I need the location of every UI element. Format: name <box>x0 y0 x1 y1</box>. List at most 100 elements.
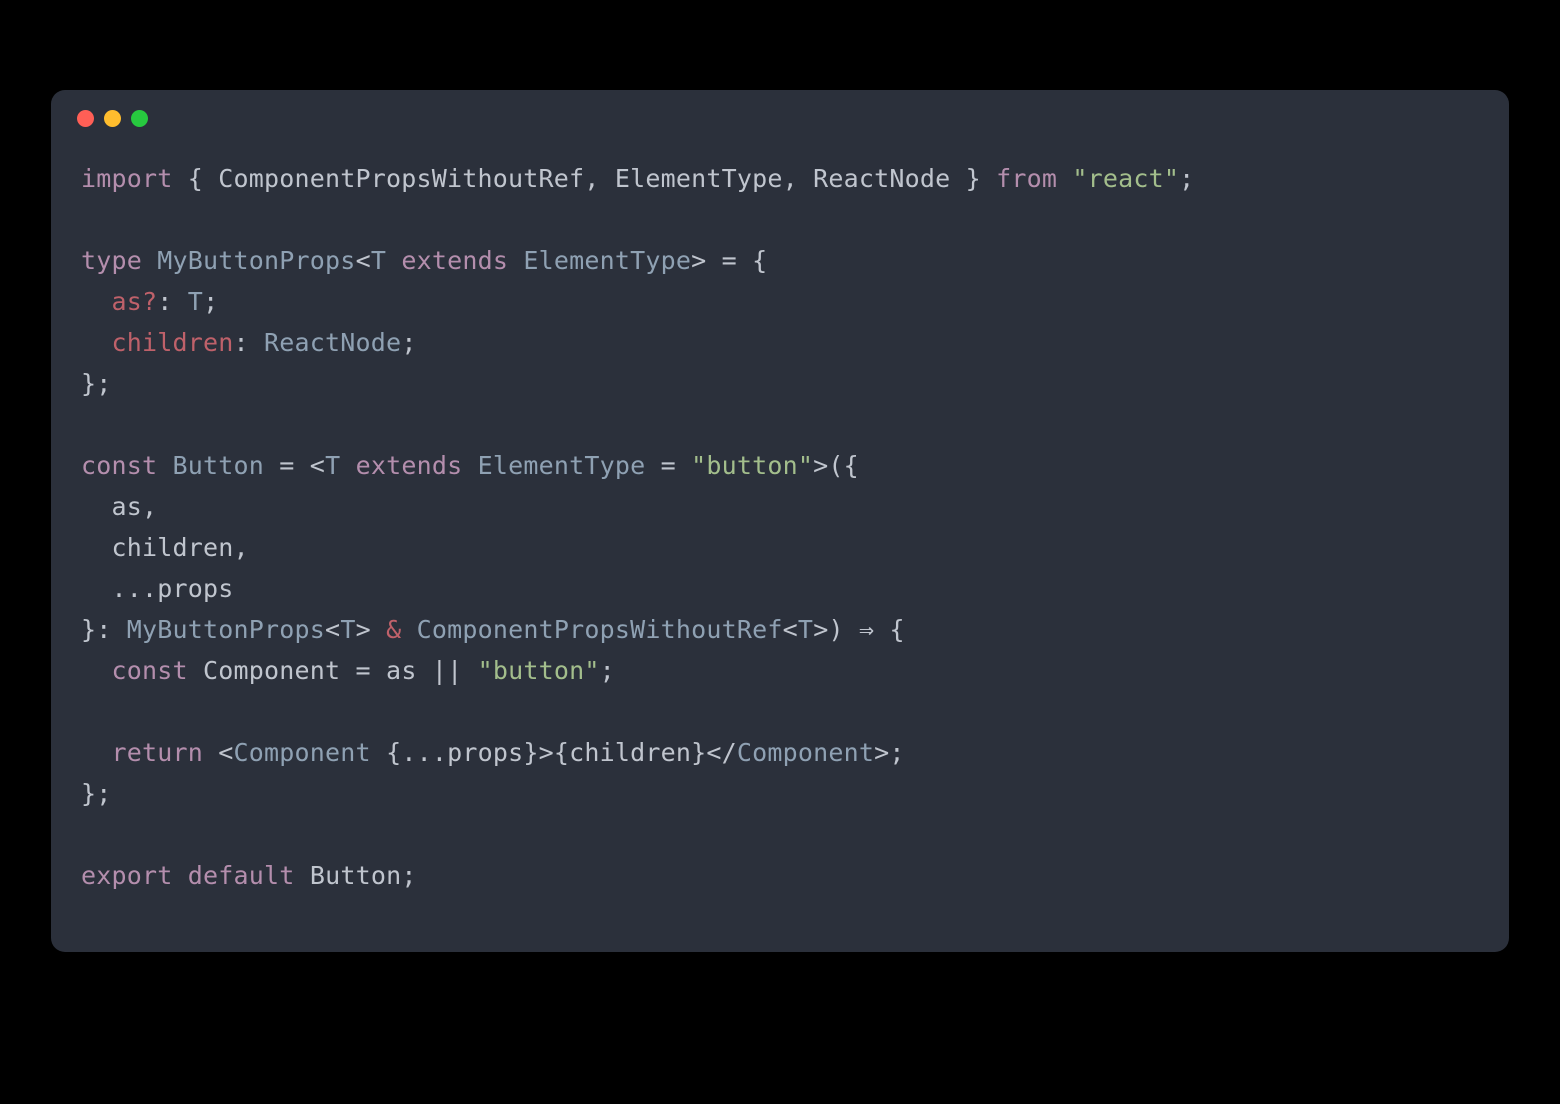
code-token: }; <box>81 369 112 398</box>
code-token: > = { <box>691 246 767 275</box>
code-token <box>173 861 188 890</box>
code-token: T <box>371 246 386 275</box>
code-token <box>81 492 112 521</box>
code-token: >) <box>813 615 859 644</box>
code-token: ; <box>1179 164 1194 193</box>
code-token <box>81 533 112 562</box>
code-token: }: <box>81 615 127 644</box>
code-line: export default Button; <box>81 855 1479 896</box>
window-close-button[interactable] <box>77 110 94 127</box>
code-token: Component <box>737 738 874 767</box>
code-line: }; <box>81 773 1479 814</box>
window-minimize-button[interactable] <box>104 110 121 127</box>
code-token <box>81 738 112 767</box>
code-token <box>295 861 310 890</box>
code-line <box>81 691 1479 732</box>
code-token <box>81 574 112 603</box>
code-token: Button <box>173 451 265 480</box>
code-token: extends <box>356 451 463 480</box>
code-window: import { ComponentPropsWithoutRef, Eleme… <box>51 90 1509 952</box>
code-token: extends <box>401 246 508 275</box>
code-token: ElementType <box>478 451 646 480</box>
code-line: }: MyButtonProps<T> & ComponentPropsWith… <box>81 609 1479 650</box>
code-token: import <box>81 164 173 193</box>
code-token: { <box>874 615 905 644</box>
code-token: type <box>81 246 142 275</box>
code-token: MyButtonProps <box>157 246 355 275</box>
code-token: as? <box>112 287 158 316</box>
code-token <box>188 656 203 685</box>
code-line <box>81 199 1479 240</box>
code-editor-content: import { ComponentPropsWithoutRef, Eleme… <box>51 146 1509 952</box>
code-token: ... <box>401 738 447 767</box>
code-token: ComponentPropsWithoutRef <box>417 615 783 644</box>
code-line: }; <box>81 363 1479 404</box>
code-line: import { ComponentPropsWithoutRef, Eleme… <box>81 158 1479 199</box>
window-titlebar <box>51 90 1509 146</box>
code-token: = < <box>264 451 325 480</box>
code-token: < <box>783 615 798 644</box>
code-token: props <box>447 738 523 767</box>
code-line: as, <box>81 486 1479 527</box>
code-token: children <box>569 738 691 767</box>
code-token: }</ <box>691 738 737 767</box>
code-token: >({ <box>813 451 859 480</box>
code-token: children <box>112 328 234 357</box>
code-token: as, <box>112 492 158 521</box>
code-token: T <box>188 287 203 316</box>
code-line: ...props <box>81 568 1479 609</box>
window-zoom-button[interactable] <box>131 110 148 127</box>
code-token: Component <box>234 738 371 767</box>
code-line: return <Component {...props}>{children}<… <box>81 732 1479 773</box>
code-token <box>386 246 401 275</box>
code-token: ReactNode <box>264 328 401 357</box>
code-token <box>340 451 355 480</box>
code-token: ComponentPropsWithoutRef, ElementType, R… <box>218 164 950 193</box>
code-line: as?: T; <box>81 281 1479 322</box>
code-line: type MyButtonProps<T extends ElementType… <box>81 240 1479 281</box>
code-token: ElementType <box>523 246 691 275</box>
code-token: { <box>173 164 219 193</box>
code-line: const Button = <T extends ElementType = … <box>81 445 1479 486</box>
code-token: "react" <box>1072 164 1179 193</box>
code-token: ; <box>401 328 416 357</box>
code-token: : <box>234 328 265 357</box>
code-token: ; <box>203 287 218 316</box>
code-line: const Component = as || "button"; <box>81 650 1479 691</box>
code-token: children, <box>112 533 249 562</box>
code-token: > <box>356 615 387 644</box>
code-token <box>401 615 416 644</box>
code-token: "button" <box>478 656 600 685</box>
code-token: } <box>950 164 996 193</box>
code-token: return <box>112 738 204 767</box>
code-token: Button; <box>310 861 417 890</box>
code-token <box>462 451 477 480</box>
code-token <box>81 328 112 357</box>
code-token: < <box>203 738 234 767</box>
code-token: ⇒ <box>859 615 874 644</box>
code-token: : <box>157 287 188 316</box>
code-token: const <box>112 656 188 685</box>
code-token <box>157 451 172 480</box>
code-token: >; <box>874 738 905 767</box>
code-token: const <box>81 451 157 480</box>
code-token: }; <box>81 779 112 808</box>
code-token: ; <box>600 656 615 685</box>
code-token <box>1057 164 1072 193</box>
code-token: export <box>81 861 173 890</box>
code-token: from <box>996 164 1057 193</box>
code-line: children: ReactNode; <box>81 322 1479 363</box>
code-token <box>142 246 157 275</box>
code-token: props <box>157 574 233 603</box>
code-token: ... <box>112 574 158 603</box>
code-token: { <box>371 738 402 767</box>
code-token: T <box>325 451 340 480</box>
code-token: "button" <box>691 451 813 480</box>
code-token: = <box>645 451 691 480</box>
code-token: < <box>325 615 340 644</box>
code-token: T <box>340 615 355 644</box>
code-token: default <box>188 861 295 890</box>
code-token: T <box>798 615 813 644</box>
code-token: Component = as <box>203 656 432 685</box>
code-token <box>81 287 112 316</box>
